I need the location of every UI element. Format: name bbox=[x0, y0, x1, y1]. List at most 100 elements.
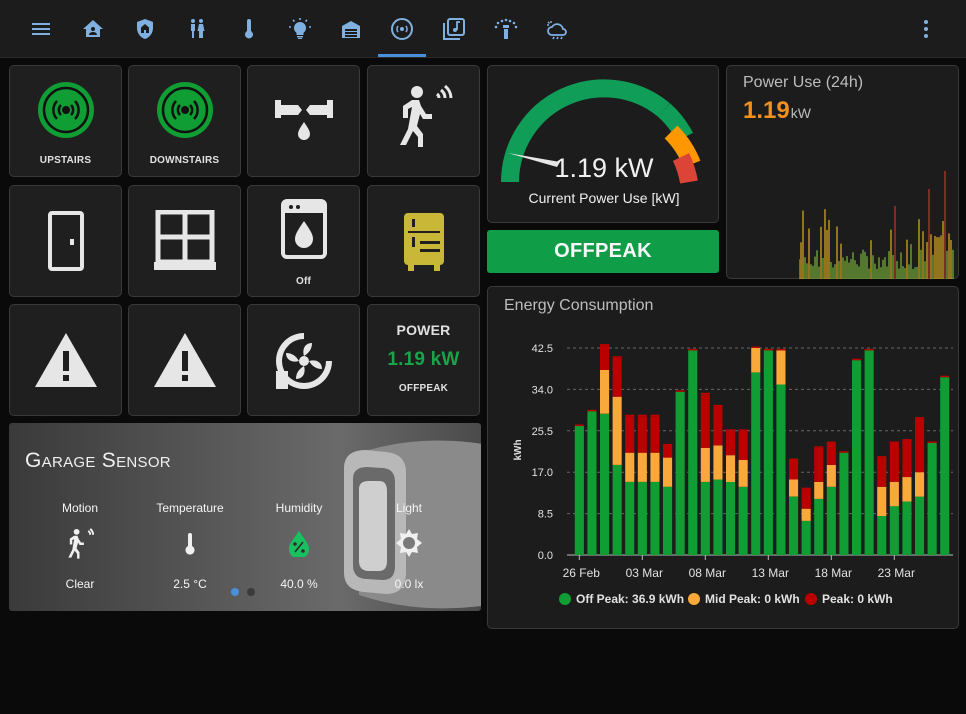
tile-hvac[interactable] bbox=[247, 304, 360, 416]
bar-segment-mid-peak[interactable] bbox=[801, 508, 811, 521]
bar-segment-mid-peak[interactable] bbox=[902, 477, 912, 502]
bar-segment-off-peak[interactable] bbox=[776, 384, 786, 556]
weather-icon[interactable] bbox=[540, 12, 574, 46]
home-icon[interactable] bbox=[76, 12, 110, 46]
more-vert-icon[interactable] bbox=[909, 12, 943, 46]
bar-segment-off-peak[interactable] bbox=[826, 486, 836, 555]
bar-segment-off-peak[interactable] bbox=[814, 499, 824, 555]
bar-segment-peak[interactable] bbox=[600, 345, 610, 370]
bar-segment-peak[interactable] bbox=[663, 445, 673, 458]
garage-humidity[interactable]: Humidity bbox=[254, 501, 344, 557]
tile-upstairs[interactable]: UPSTAIRS bbox=[9, 65, 122, 177]
bar-segment-off-peak[interactable] bbox=[940, 377, 950, 555]
garage-temperature[interactable]: Temperature bbox=[145, 501, 235, 557]
bar-segment-mid-peak[interactable] bbox=[814, 481, 824, 499]
bar-segment-off-peak[interactable] bbox=[889, 506, 899, 555]
shield-home-icon[interactable] bbox=[128, 12, 162, 46]
tile-washer[interactable]: Off bbox=[247, 185, 360, 297]
bar-segment-mid-peak[interactable] bbox=[713, 445, 723, 480]
bar-segment-off-peak[interactable] bbox=[700, 481, 710, 555]
bar-segment-off-peak[interactable] bbox=[688, 350, 698, 555]
bar-segment-off-peak[interactable] bbox=[877, 516, 887, 555]
bar-segment-mid-peak[interactable] bbox=[889, 481, 899, 507]
bar-segment-off-peak[interactable] bbox=[713, 479, 723, 556]
tile-motion[interactable] bbox=[367, 65, 480, 177]
bar-segment-peak[interactable] bbox=[612, 357, 622, 397]
tile-alert-2[interactable] bbox=[128, 304, 241, 416]
tile-window[interactable] bbox=[128, 185, 241, 297]
bar-segment-mid-peak[interactable] bbox=[751, 348, 761, 373]
carousel-dot[interactable] bbox=[247, 588, 255, 596]
bar-segment-peak[interactable] bbox=[915, 418, 925, 473]
bar-segment-off-peak[interactable] bbox=[612, 464, 622, 555]
bar-segment-mid-peak[interactable] bbox=[915, 472, 925, 497]
tile-fridge[interactable] bbox=[367, 185, 480, 297]
bar-segment-mid-peak[interactable] bbox=[625, 452, 635, 482]
power-gauge-card[interactable]: 1.19 kW Current Power Use [kW] bbox=[487, 65, 719, 223]
sensor-icon[interactable] bbox=[385, 12, 419, 46]
bar-segment-off-peak[interactable] bbox=[738, 486, 748, 555]
power-use-card[interactable]: Power Use (24h) 1.19 kW bbox=[726, 65, 959, 279]
legend-mid-peak[interactable]: Mid Peak: 0 kWh bbox=[688, 592, 800, 606]
bar-segment-off-peak[interactable] bbox=[915, 496, 925, 555]
music-icon[interactable] bbox=[437, 12, 471, 46]
tile-power[interactable]: POWER 1.19 kW OFFPEAK bbox=[367, 304, 480, 416]
bar-segment-mid-peak[interactable] bbox=[650, 452, 660, 482]
bar-segment-mid-peak[interactable] bbox=[663, 457, 673, 487]
bar-segment-off-peak[interactable] bbox=[852, 360, 862, 555]
thermometer-icon[interactable] bbox=[232, 12, 266, 46]
carousel-dot-active[interactable] bbox=[231, 588, 239, 596]
bar-segment-peak[interactable] bbox=[650, 416, 660, 453]
legend-off-peak[interactable]: Off Peak: 36.9 kWh bbox=[559, 592, 684, 606]
bar-segment-off-peak[interactable] bbox=[675, 391, 685, 555]
bar-segment-off-peak[interactable] bbox=[625, 481, 635, 555]
bar-segment-off-peak[interactable] bbox=[637, 481, 647, 555]
bar-segment-mid-peak[interactable] bbox=[776, 350, 786, 385]
bar-segment-peak[interactable] bbox=[637, 416, 647, 453]
garage-light[interactable]: Light bbox=[364, 501, 454, 559]
bar-segment-peak[interactable] bbox=[713, 406, 723, 446]
bar-segment-off-peak[interactable] bbox=[839, 452, 849, 555]
bar-segment-mid-peak[interactable] bbox=[877, 486, 887, 516]
bar-segment-peak[interactable] bbox=[726, 430, 736, 456]
tile-downstairs[interactable]: DOWNSTAIRS bbox=[128, 65, 241, 177]
bar-segment-peak[interactable] bbox=[738, 430, 748, 460]
bar-segment-mid-peak[interactable] bbox=[612, 396, 622, 465]
bar-segment-off-peak[interactable] bbox=[927, 443, 937, 555]
bar-segment-peak[interactable] bbox=[801, 489, 811, 509]
bar-segment-off-peak[interactable] bbox=[600, 413, 610, 555]
garage-motion[interactable]: Motion bbox=[35, 501, 125, 561]
bar-segment-peak[interactable] bbox=[889, 443, 899, 482]
bar-segment-off-peak[interactable] bbox=[574, 425, 584, 555]
garage-icon[interactable] bbox=[334, 12, 368, 46]
bar-segment-mid-peak[interactable] bbox=[789, 479, 799, 497]
bar-segment-off-peak[interactable] bbox=[801, 520, 811, 555]
bar-segment-mid-peak[interactable] bbox=[726, 455, 736, 482]
bar-segment-off-peak[interactable] bbox=[726, 481, 736, 555]
tile-door[interactable] bbox=[9, 185, 122, 297]
bar-segment-off-peak[interactable] bbox=[864, 350, 874, 555]
bar-segment-off-peak[interactable] bbox=[587, 411, 597, 555]
bar-segment-mid-peak[interactable] bbox=[637, 452, 647, 482]
bar-segment-mid-peak[interactable] bbox=[738, 460, 748, 487]
tile-water-leak[interactable] bbox=[247, 65, 360, 177]
bar-segment-peak[interactable] bbox=[814, 447, 824, 482]
people-icon[interactable] bbox=[180, 12, 214, 46]
sprinkler-icon[interactable] bbox=[489, 12, 523, 46]
offpeak-button[interactable]: OFFPEAK bbox=[487, 230, 719, 273]
tile-alert-1[interactable] bbox=[9, 304, 122, 416]
bar-segment-peak[interactable] bbox=[902, 440, 912, 478]
menu-icon[interactable] bbox=[24, 12, 58, 46]
bar-segment-peak[interactable] bbox=[625, 416, 635, 453]
bar-segment-mid-peak[interactable] bbox=[826, 464, 836, 487]
bar-segment-peak[interactable] bbox=[826, 443, 836, 465]
bar-segment-off-peak[interactable] bbox=[663, 486, 673, 555]
bar-segment-peak[interactable] bbox=[877, 457, 887, 487]
bar-segment-off-peak[interactable] bbox=[902, 501, 912, 555]
bar-segment-peak[interactable] bbox=[700, 394, 710, 448]
bar-segment-off-peak[interactable] bbox=[650, 481, 660, 555]
garage-sensor-card[interactable]: Garage Sensor Motion Clear Temperature 2… bbox=[9, 423, 481, 611]
bar-segment-off-peak[interactable] bbox=[751, 372, 761, 555]
bar-segment-off-peak[interactable] bbox=[789, 496, 799, 555]
bar-segment-mid-peak[interactable] bbox=[600, 369, 610, 414]
